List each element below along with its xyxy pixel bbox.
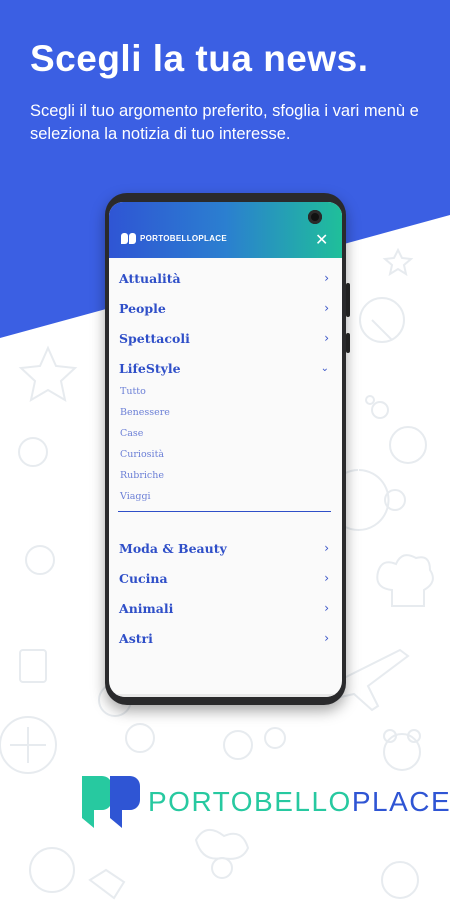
chevron-right-icon: › [324,541,329,555]
menu-item-label: Moda & Beauty [119,540,227,556]
submenu-item-case[interactable]: Case [120,428,143,439]
menu-item-label: Attualità [119,270,181,286]
close-icon[interactable]: ✕ [315,232,328,248]
small-star-doodle-icon [382,247,414,277]
brand-logo: PORTOBELLO PLACE [80,772,450,832]
submenu-item-tutto[interactable]: Tutto [120,386,146,397]
menu-divider [118,511,331,512]
app-logo-text: PORTOBELLOPLACE [140,234,228,243]
phone-side-button [346,283,350,317]
brand-wordmark-part1: PORTOBELLO [148,786,352,817]
chevron-right-icon: › [324,601,329,615]
submenu-item-curiosita[interactable]: Curiosità [120,449,164,460]
phone-screen: PORTOBELLOPLACE ✕ Attualità › People › S… [109,202,342,697]
menu-item-spettacoli[interactable]: Spettacoli › [119,324,329,352]
menu-item-animali[interactable]: Animali › [119,594,329,622]
brand-wordmark: PORTOBELLO PLACE [148,787,450,817]
menu-item-moda-beauty[interactable]: Moda & Beauty › [119,534,329,562]
menu-item-label: Astri [119,630,153,646]
star-doodle-icon [18,345,78,403]
chef-hat-doodle-icon [376,554,434,607]
chevron-right-icon: › [324,331,329,345]
tablet-doodle-icon [19,649,47,683]
portobello-logo-mark-icon [82,776,140,828]
app-logo[interactable]: PORTOBELLOPLACE [121,233,227,244]
mirror-doodle-icon [359,297,405,343]
menu-item-label: Animali [119,600,174,616]
menu-item-attualita[interactable]: Attualità › [119,264,329,292]
page-subtitle: Scegli il tuo argomento preferito, sfogl… [30,102,419,143]
phone-mockup: PORTOBELLOPLACE ✕ Attualità › People › S… [105,193,350,705]
brand-wordmark-part2: PLACE [351,786,450,817]
chevron-right-icon: › [324,271,329,285]
menu-item-label: Spettacoli [119,330,190,346]
chevron-right-icon: › [324,631,329,645]
menu-item-astri[interactable]: Astri › [119,624,329,652]
screen-bottom-bar [109,694,342,697]
plane-doodle-icon [334,648,410,712]
face-doodle-icon [18,437,48,467]
menu-item-cucina[interactable]: Cucina › [119,564,329,592]
logo-mark-icon [121,233,136,244]
chevron-right-icon: › [324,301,329,315]
menu-item-lifestyle[interactable]: LifeStyle ⌄ [119,354,329,382]
bear-doodle-icon [383,733,421,771]
phone-side-button [346,333,350,353]
submenu-item-rubriche[interactable]: Rubriche [120,470,164,481]
submenu-item-benessere[interactable]: Benessere [120,407,170,418]
app-header: PORTOBELLOPLACE ✕ [109,202,342,258]
chevron-right-icon: › [324,571,329,585]
menu-item-label: People [119,300,166,316]
front-camera [308,210,322,224]
page-headline: Scegli la tua news. [30,38,369,79]
menu-item-label: Cucina [119,570,168,586]
chevron-down-icon: ⌄ [320,362,329,374]
menu-item-label: LifeStyle [119,360,181,376]
menu-item-people[interactable]: People › [119,294,329,322]
submenu-item-viaggi[interactable]: Viaggi [120,491,151,502]
